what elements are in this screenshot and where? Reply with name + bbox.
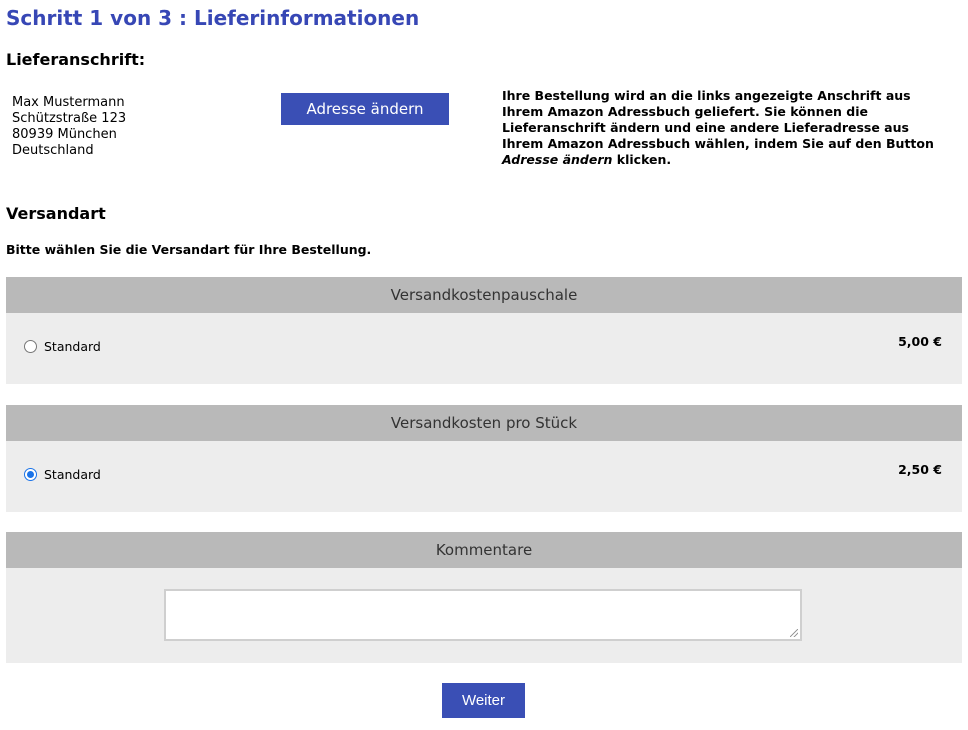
info-text-end: klicken. [612,152,672,167]
info-emphasis: Adresse ändern [502,152,613,167]
shipping-price: 5,00 € [898,334,942,349]
shipping-panel-flat: Versandkostenpauschale Standard 5,00 € [6,277,962,384]
option-label: Standard [44,467,101,482]
panel-header: Versandkostenpauschale [6,277,962,313]
comments-textarea[interactable] [164,589,802,641]
shipping-option[interactable]: Standard [24,339,101,354]
next-button[interactable]: Weiter [442,683,525,718]
option-label: Standard [44,339,101,354]
address-line: Schützstraße 123 [12,111,127,126]
address-line: Deutschland [12,143,94,158]
radio-button[interactable] [24,468,37,481]
shipping-price: 2,50 € [898,462,942,477]
delivery-heading: Lieferanschrift: [6,50,146,69]
info-text: Ihre Bestellung wird an die links angeze… [502,88,934,151]
delivery-info-text: Ihre Bestellung wird an die links angeze… [502,88,942,168]
shipping-option-row: Standard 2,50 € [6,441,962,512]
panel-header: Kommentare [6,532,962,568]
shipping-heading: Versandart [6,204,106,223]
shipping-instruction: Bitte wählen Sie die Versandart für Ihre… [6,242,372,257]
page-title: Schritt 1 von 3 : Lieferinformationen [6,6,420,30]
radio-button[interactable] [24,340,37,353]
resize-handle-icon[interactable] [790,629,798,637]
address-line: Max Mustermann [12,95,125,110]
shipping-panel-per-item: Versandkosten pro Stück Standard 2,50 € [6,405,962,512]
change-address-button[interactable]: Adresse ändern [281,93,449,125]
comments-panel: Kommentare [6,532,962,663]
panel-header: Versandkosten pro Stück [6,405,962,441]
address-line: 80939 München [12,127,117,142]
shipping-option-row: Standard 5,00 € [6,313,962,384]
delivery-address: Max Mustermann Schützstraße 123 80939 Mü… [12,95,126,159]
shipping-option[interactable]: Standard [24,467,101,482]
